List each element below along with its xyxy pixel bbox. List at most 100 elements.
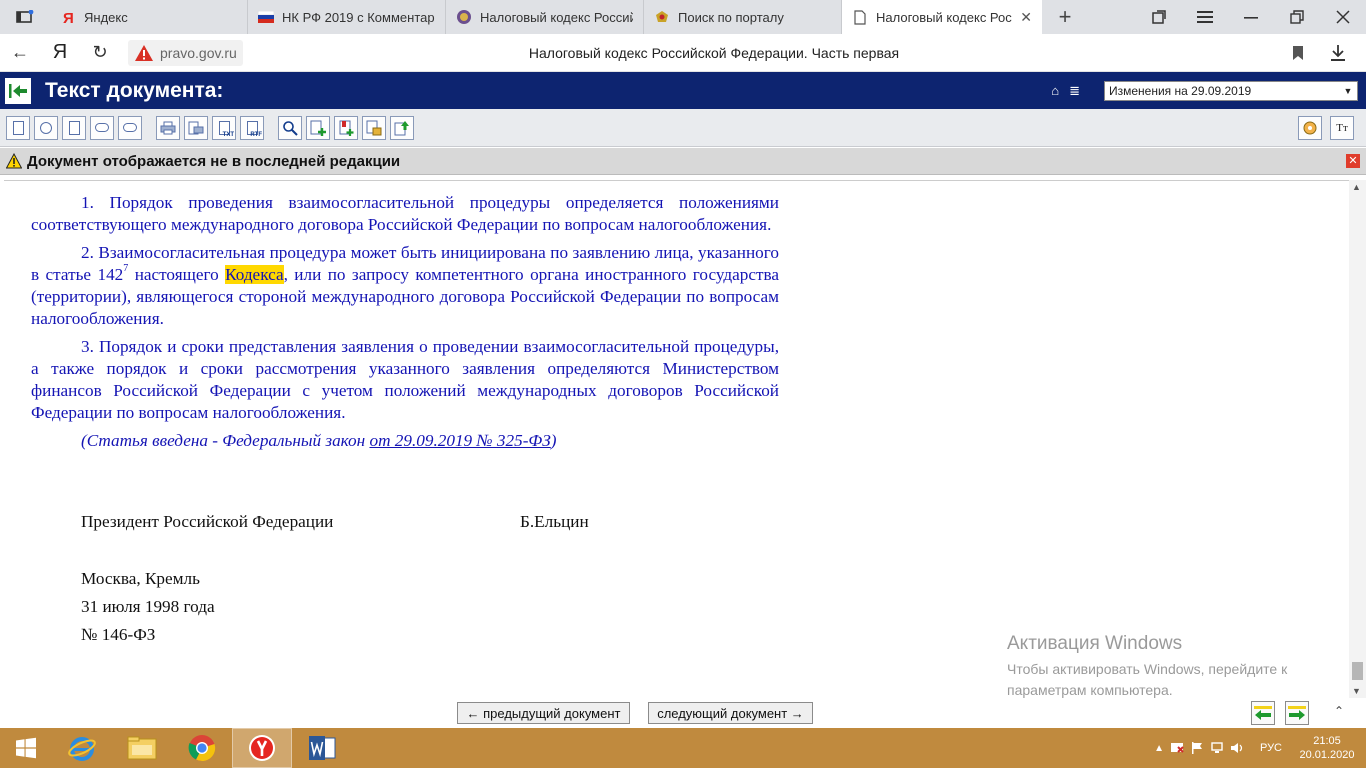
taskbar-word[interactable] <box>292 728 352 768</box>
signing-place: Москва, Кремль <box>81 569 200 588</box>
restore-button[interactable] <box>1274 0 1320 34</box>
tray-expand-icon[interactable]: ▲ <box>1154 743 1164 754</box>
contents-icon[interactable]: ≣ <box>1069 83 1080 99</box>
add-bookmark-button[interactable] <box>334 115 358 140</box>
magnifier-icon <box>283 120 298 136</box>
scroll-down-icon[interactable]: ▼ <box>1352 686 1361 696</box>
yandex-home-button[interactable]: Я <box>40 34 80 72</box>
tabs-panel-button[interactable] <box>0 0 50 34</box>
scroll-to-top-icon[interactable]: ⌃ <box>1334 704 1344 718</box>
federal-law-link[interactable]: от 29.09.2019 № 325-ФЗ <box>369 431 550 450</box>
downloads-button[interactable] <box>1318 34 1358 72</box>
url-text: pravo.gov.ru <box>160 44 237 61</box>
system-tray: ▲ РУС 21:05 20.01.2020 <box>1154 734 1366 762</box>
minimize-icon <box>1244 17 1258 19</box>
taskbar-internet-explorer[interactable] <box>52 728 112 768</box>
doc-editions-button[interactable] <box>62 115 86 140</box>
taskbar-yandex-browser[interactable] <box>232 728 292 768</box>
action-center-icon[interactable] <box>1170 741 1184 755</box>
document-icon <box>852 9 868 25</box>
reload-button[interactable]: ↻ <box>80 34 120 72</box>
article-superscript: 7 <box>123 263 129 275</box>
printer-icon <box>160 121 176 134</box>
network-icon[interactable] <box>1210 741 1224 755</box>
tab-active-document[interactable]: Налоговый кодекс Росс ✕ <box>842 0 1042 34</box>
tabs-panel-icon <box>16 10 34 23</box>
close-warning-icon[interactable]: ✕ <box>1346 154 1360 168</box>
document-header-title: Текст документа: <box>45 78 224 102</box>
reload-icon: ↻ <box>92 42 108 62</box>
doc-text-button[interactable] <box>6 115 30 140</box>
windows-logo-icon <box>16 737 36 759</box>
tab-yandex[interactable]: Я Яндекс <box>50 0 248 34</box>
doc-links-button[interactable] <box>90 115 114 140</box>
clock[interactable]: 21:05 20.01.2020 <box>1298 734 1356 762</box>
export-button[interactable] <box>390 115 414 140</box>
info-icon <box>40 121 52 134</box>
tab-portal-search[interactable]: Поиск по порталу <box>644 0 842 34</box>
text-size-button[interactable]: Tт <box>1330 115 1354 140</box>
lock-button[interactable] <box>362 115 386 140</box>
windows-taskbar: ▲ РУС 21:05 20.01.2020 <box>0 728 1366 768</box>
watermark-title: Активация Windows <box>1007 633 1183 654</box>
bookmarks-button[interactable] <box>1136 0 1182 34</box>
yandex-icon: Я <box>60 9 76 25</box>
close-icon <box>1336 10 1350 24</box>
tab-nalog-kodeks[interactable]: Налоговый кодекс Россий <box>446 0 644 34</box>
text-size-label: Tт <box>1336 121 1348 134</box>
president-title: Президент Российской Федерации <box>81 512 334 531</box>
taskbar-chrome[interactable] <box>172 728 232 768</box>
previous-arrow-button[interactable] <box>1251 701 1275 725</box>
home-icon[interactable]: ⌂ <box>1051 83 1059 98</box>
back-to-list-button[interactable] <box>5 77 31 104</box>
new-tab-button[interactable]: + <box>1042 0 1088 34</box>
print-button[interactable] <box>156 115 180 140</box>
yandex-logo: Я <box>52 41 68 63</box>
law-number: № 146-ФЗ <box>81 625 156 644</box>
minimize-button[interactable] <box>1228 0 1274 34</box>
menu-button[interactable] <box>1182 0 1228 34</box>
language-indicator[interactable]: РУС <box>1260 742 1282 754</box>
warning-triangle-icon <box>135 44 153 61</box>
tab-title: Яндекс <box>84 9 128 25</box>
clock-time: 21:05 <box>1313 735 1341 747</box>
url-field[interactable]: pravo.gov.ru <box>128 39 243 66</box>
previous-document-button[interactable]: ← предыдущий документ <box>457 702 630 724</box>
document-scrollbar[interactable]: ▲ ▼ <box>1349 180 1366 698</box>
print-preview-button[interactable] <box>184 115 208 140</box>
flag-icon[interactable] <box>1190 741 1204 755</box>
taskbar-file-explorer[interactable] <box>112 728 172 768</box>
tab-title: Налоговый кодекс Росс <box>876 9 1013 25</box>
doc-info-button[interactable] <box>34 115 58 140</box>
back-button[interactable]: ← <box>0 34 40 72</box>
chrome-icon <box>188 735 216 762</box>
start-button[interactable] <box>0 728 52 768</box>
paragraph-2: 2. Взаимосогласительная процедура может … <box>31 242 779 330</box>
close-window-button[interactable] <box>1320 0 1366 34</box>
next-document-button[interactable]: следующий документ → <box>648 702 813 724</box>
add-doc-icon <box>310 120 326 136</box>
document-header: Текст документа: ⌂ ≣ Изменения на 29.09.… <box>0 72 1366 109</box>
scroll-up-icon[interactable]: ▲ <box>1352 182 1361 192</box>
editions-selected-value: Изменения на 29.09.2019 <box>1109 83 1252 98</box>
print-preview-icon <box>188 121 204 134</box>
bookmark-page-button[interactable] <box>1278 34 1318 72</box>
document-toolbar: TXT RTF Tт <box>0 109 1366 147</box>
tab-nk-rf-2019[interactable]: НК РФ 2019 с Комментари <box>248 0 446 34</box>
add-to-folder-button[interactable] <box>306 115 330 140</box>
search-in-doc-button[interactable] <box>278 115 302 140</box>
word-icon <box>309 736 336 760</box>
browser-tab-strip: Я Яндекс НК РФ 2019 с Комментари Налогов… <box>0 0 1366 34</box>
clock-date: 20.01.2020 <box>1299 749 1355 761</box>
doc-references-button[interactable] <box>118 115 142 140</box>
tab-close-icon[interactable]: ✕ <box>1020 9 1032 26</box>
document-view: 1. Порядок проведения взаимосогласительн… <box>4 180 1366 698</box>
next-arrow-button[interactable] <box>1285 701 1309 725</box>
save-rtf-button[interactable]: RTF <box>240 115 264 140</box>
volume-icon[interactable] <box>1230 741 1244 755</box>
font-settings-button[interactable] <box>1298 115 1322 140</box>
watermark-line-1: Чтобы активировать Windows, перейдите к <box>1007 661 1288 677</box>
scroll-thumb[interactable] <box>1352 662 1363 680</box>
editions-select[interactable]: Изменения на 29.09.2019 ▼ <box>1104 80 1358 101</box>
save-txt-button[interactable]: TXT <box>212 115 236 140</box>
